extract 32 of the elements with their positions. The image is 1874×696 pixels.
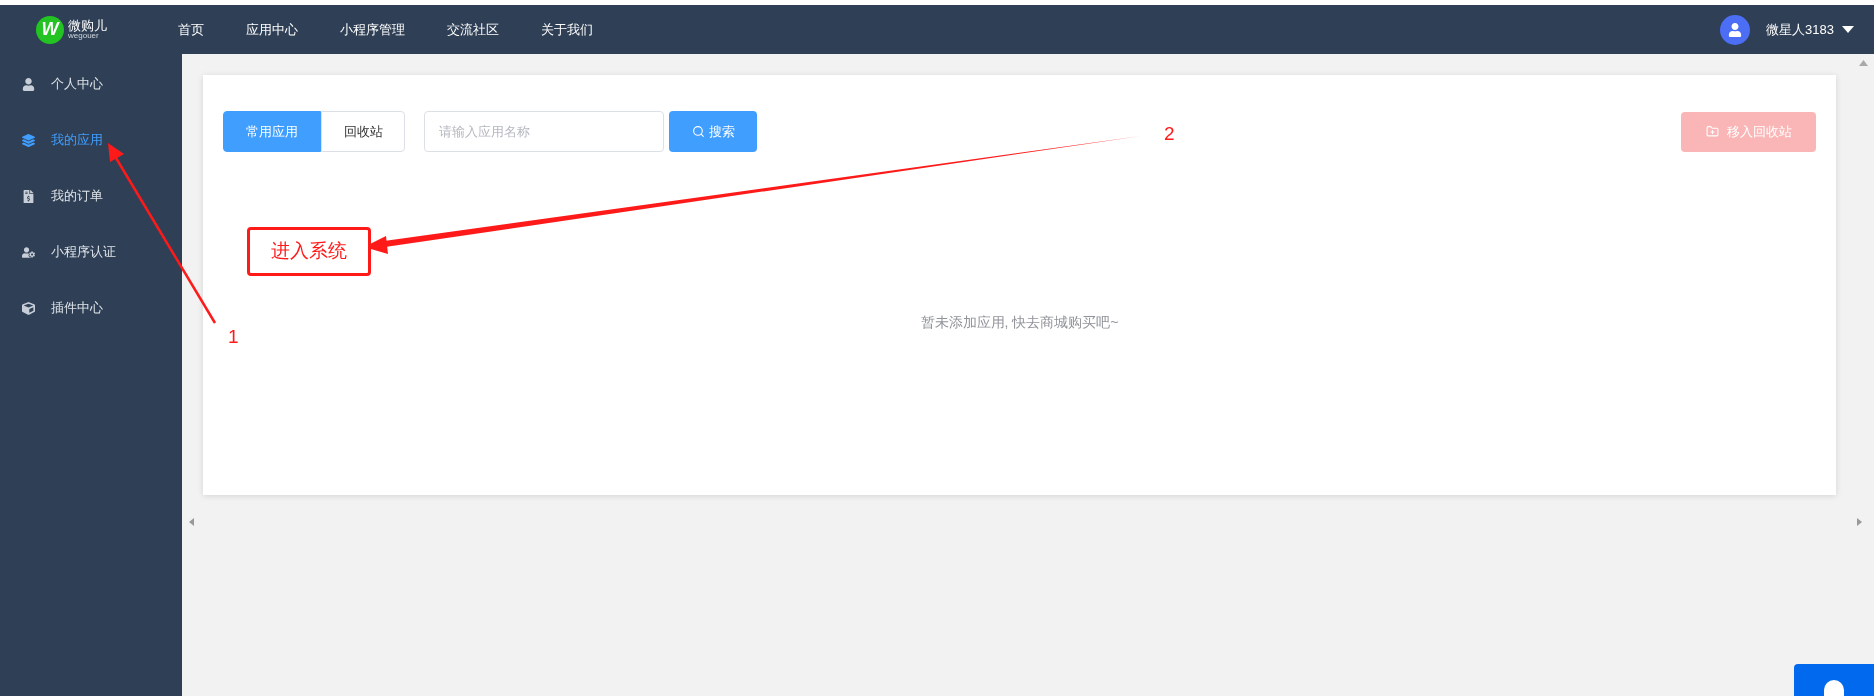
sidebar-item[interactable]: 插件中心 bbox=[0, 280, 182, 336]
user-name[interactable]: 微星人3183 bbox=[1766, 19, 1834, 40]
sidebar-item[interactable]: 我的应用 bbox=[0, 112, 182, 168]
annotation-label: 进入系统 bbox=[247, 227, 371, 276]
avatar-icon[interactable] bbox=[1720, 14, 1751, 45]
nav-link[interactable]: 首页 bbox=[178, 19, 204, 40]
annotation-number: 2 bbox=[1164, 122, 1175, 146]
sidebar-item[interactable]: 个人中心 bbox=[0, 56, 182, 112]
nav-link[interactable]: 交流社区 bbox=[447, 19, 499, 40]
caret-icon[interactable] bbox=[1842, 25, 1854, 34]
user-icon bbox=[22, 77, 35, 91]
search-field[interactable]: 请输入应用名称 bbox=[424, 111, 664, 152]
scroll-right-icon[interactable] bbox=[1857, 518, 1862, 526]
folder-plus-icon bbox=[1705, 125, 1719, 138]
sidebar-item[interactable]: 小程序认证 bbox=[0, 224, 182, 280]
scroll-left-icon[interactable] bbox=[189, 518, 194, 526]
logo-subtitle: wegouer bbox=[68, 32, 99, 40]
annotation-number: 1 bbox=[228, 325, 239, 349]
tab[interactable]: 回收站 bbox=[321, 111, 405, 152]
nav-link[interactable]: 小程序管理 bbox=[340, 19, 405, 40]
cube-icon bbox=[22, 301, 35, 315]
logo-text: 微购儿 bbox=[68, 19, 107, 32]
empty-message: 暂未添加应用, 快去商城购买吧~ bbox=[920, 313, 1119, 332]
search-icon bbox=[691, 125, 705, 138]
sidebar-item[interactable]: 我的订单 bbox=[0, 168, 182, 224]
nav-link[interactable]: 应用中心 bbox=[246, 19, 298, 40]
person-gear-icon bbox=[22, 245, 35, 259]
receipt-icon bbox=[22, 189, 35, 203]
move-to-recycle-button: 移入回收站 bbox=[1681, 111, 1816, 152]
chat-widget[interactable] bbox=[1794, 664, 1874, 696]
layers-icon bbox=[22, 133, 35, 147]
nav-link[interactable]: 关于我们 bbox=[541, 19, 593, 40]
